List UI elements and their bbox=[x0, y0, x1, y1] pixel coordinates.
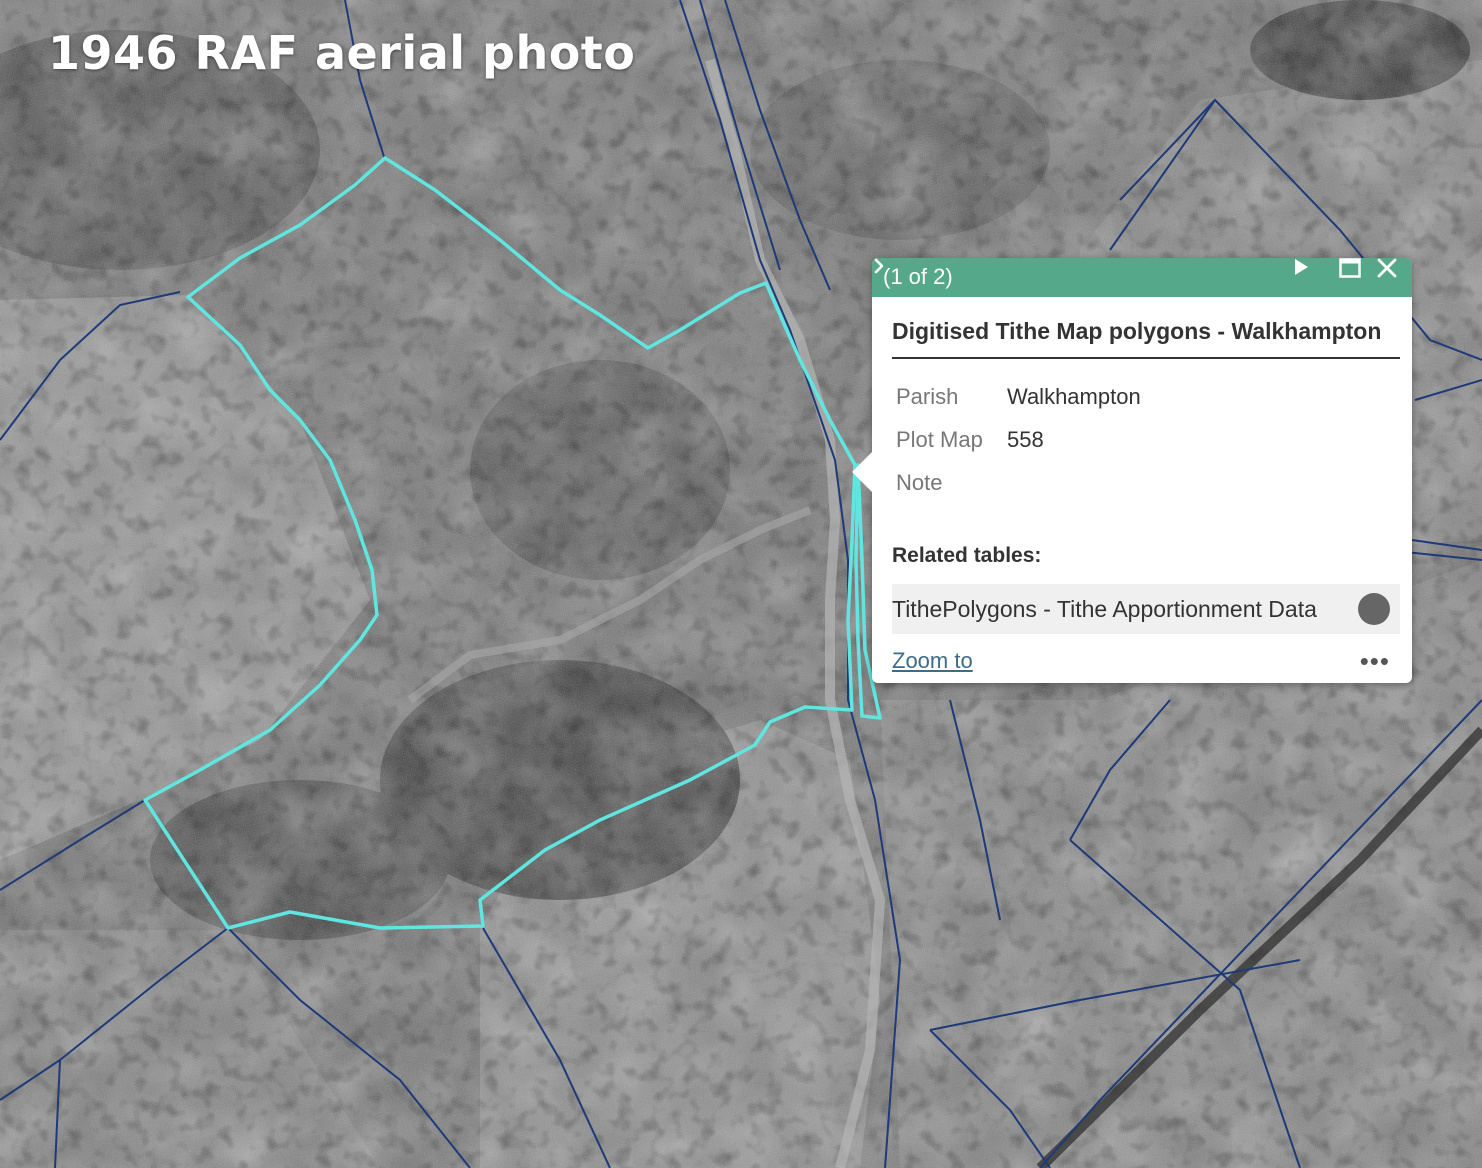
chevron-right-icon bbox=[874, 258, 1390, 625]
attribute-row: Note bbox=[892, 461, 1141, 504]
related-table-label: TithePolygons - Tithe Apportionment Data bbox=[892, 595, 1317, 622]
attribute-key: Parish bbox=[896, 383, 959, 409]
related-table-item[interactable]: TithePolygons - Tithe Apportionment Data bbox=[874, 258, 1400, 634]
attribute-value: Walkhampton bbox=[1007, 383, 1141, 409]
zoom-to-link[interactable]: Zoom to bbox=[892, 648, 973, 674]
map-title: 1946 RAF aerial photo bbox=[48, 26, 636, 80]
popup-header: (1 of 2) bbox=[872, 258, 1412, 297]
next-feature-button[interactable] bbox=[1292, 258, 1326, 297]
attribute-value bbox=[1003, 461, 1141, 504]
close-icon bbox=[1377, 258, 1397, 278]
more-actions-button[interactable]: ••• bbox=[1360, 648, 1390, 674]
attribute-key: Note bbox=[896, 469, 943, 495]
attribute-row: Plot Map 558 bbox=[892, 418, 1141, 461]
related-tables-heading: Related tables: bbox=[892, 544, 1042, 567]
attribute-table: Parish Walkhampton Plot Map 558 Note bbox=[892, 375, 1141, 504]
maximize-icon bbox=[1339, 258, 1361, 278]
attribute-key: Plot Map bbox=[896, 426, 983, 452]
attribute-row: Parish Walkhampton bbox=[892, 375, 1141, 418]
feature-popup: (1 of 2) Digitised Tithe Map polygons - … bbox=[852, 258, 1412, 683]
feature-count: (1 of 2) bbox=[883, 264, 953, 289]
layer-title: Digitised Tithe Map polygons - Walkhampt… bbox=[892, 318, 1400, 359]
maximize-button[interactable] bbox=[1339, 258, 1373, 297]
popup-footer: Zoom to ••• bbox=[892, 648, 1400, 674]
map-view[interactable]: 1946 RAF aerial photo (1 of 2) Digitised… bbox=[0, 0, 1482, 1168]
popup-body: Digitised Tithe Map polygons - Walkhampt… bbox=[872, 258, 1412, 674]
play-next-icon bbox=[1295, 259, 1308, 275]
popup-pointer bbox=[852, 450, 874, 494]
attribute-value: 558 bbox=[1007, 426, 1044, 452]
close-button[interactable] bbox=[1377, 258, 1411, 297]
